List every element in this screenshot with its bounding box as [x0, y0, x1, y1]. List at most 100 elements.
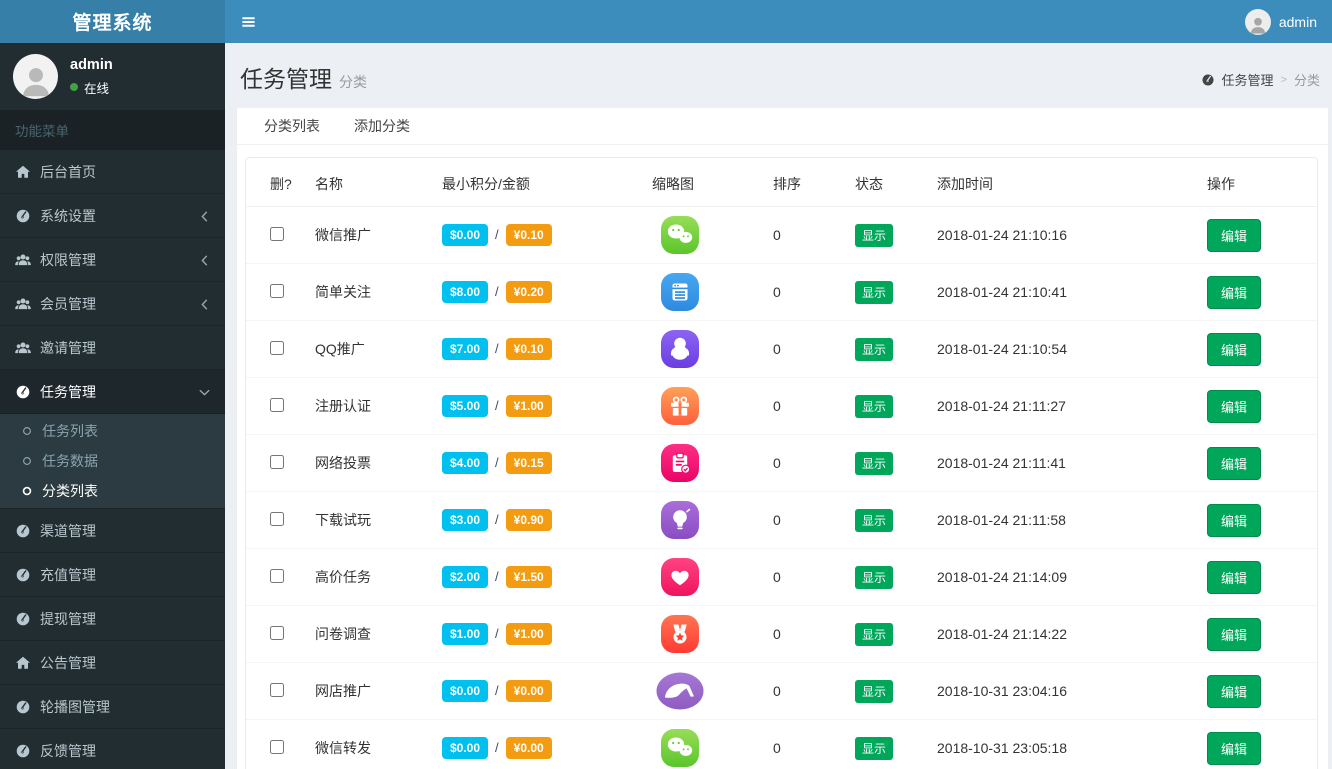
- slash-separator: /: [495, 569, 499, 584]
- created-time: 2018-01-24 21:11:27: [929, 377, 1199, 435]
- sort-value: 0: [765, 662, 847, 720]
- sidebar-item-recharge-mgmt[interactable]: 充值管理: [0, 553, 225, 597]
- sidebar-item-task-mgmt[interactable]: 任务管理: [0, 370, 225, 414]
- sort-value: 0: [765, 548, 847, 606]
- navbar-user-menu[interactable]: admin: [1244, 8, 1317, 35]
- category-table: 删? 名称 最小积分/金额 缩略图 排序 状态 添加时间 操作 微信推广 $0.00 / ¥0.10…: [246, 158, 1317, 769]
- edit-button[interactable]: 编辑: [1207, 446, 1262, 480]
- sidebar-username: admin: [70, 56, 113, 73]
- sidebar-item-member-mgmt[interactable]: 会员管理: [0, 282, 225, 326]
- created-time: 2018-01-24 21:14:09: [929, 548, 1199, 606]
- table-row: 注册认证 $5.00 / ¥1.00 0 显示 2018-01-24 21:11:27 编辑: [246, 377, 1317, 435]
- chevron-left-icon: [198, 298, 211, 311]
- created-time: 2018-10-31 23:05:18: [937, 740, 1067, 757]
- edit-button[interactable]: 编辑: [1207, 560, 1262, 594]
- edit-button[interactable]: 编辑: [1207, 218, 1262, 252]
- created-time: 2018-01-24 21:10:54: [929, 320, 1199, 378]
- column-header: 操作: [1199, 158, 1317, 207]
- edit-button[interactable]: 编辑: [1207, 503, 1262, 537]
- created-time: 2018-01-24 21:10:16: [929, 206, 1199, 264]
- edit-button[interactable]: 编辑: [1207, 617, 1262, 651]
- row-checkbox[interactable]: [270, 340, 284, 355]
- slash-separator: /: [495, 626, 499, 641]
- column-header: 缩略图: [644, 158, 765, 207]
- tab-add-category[interactable]: 添加分类: [337, 108, 427, 144]
- status-badge: 显示: [855, 622, 894, 646]
- users-icon: [15, 340, 31, 356]
- min-points-badge: $7.00: [442, 338, 489, 360]
- sort-value: 0: [773, 740, 781, 757]
- sidebar-item-permission-mgmt[interactable]: 权限管理: [0, 238, 225, 282]
- sidebar-subitem-task-list[interactable]: 任务列表: [0, 416, 225, 446]
- row-checkbox[interactable]: [270, 568, 284, 583]
- row-checkbox[interactable]: [270, 739, 284, 754]
- sidebar-subitem-task-data[interactable]: 任务数据: [0, 446, 225, 476]
- table-row: QQ推广 $7.00 / ¥0.10 0 显示 2018-01-24 21:10:54 编辑: [246, 320, 1317, 378]
- row-checkbox[interactable]: [270, 397, 284, 412]
- content-panel: 分类列表 添加分类 删? 名称 最小积分/金额 缩略图 排序 状态 添加时间 操作 微信推广 $0…: [237, 108, 1328, 769]
- page-title: 任务管理 分类: [240, 66, 367, 92]
- sort-value: 0: [765, 491, 847, 549]
- sidebar-item-channel-mgmt[interactable]: 渠道管理: [0, 509, 225, 553]
- row-checkbox[interactable]: [270, 226, 284, 241]
- edit-button[interactable]: 编辑: [1207, 731, 1262, 765]
- slash-separator: /: [495, 341, 499, 356]
- gauge-icon: [15, 384, 31, 400]
- sidebar-item-system-settings[interactable]: 系统设置: [0, 194, 225, 238]
- row-checkbox[interactable]: [270, 625, 284, 640]
- breadcrumb-task-mgmt[interactable]: 任务管理: [1222, 70, 1274, 89]
- navbar-avatar: [1244, 8, 1271, 35]
- sidebar-subitem-label: 任务列表: [42, 423, 98, 439]
- sidebar-item-label: 反馈管理: [40, 743, 96, 759]
- row-checkbox[interactable]: [270, 682, 284, 697]
- row-checkbox[interactable]: [270, 511, 284, 526]
- min-points-badge: $0.00: [442, 224, 489, 246]
- edit-button[interactable]: 编辑: [1207, 275, 1262, 309]
- sidebar-user-panel: admin 在线: [0, 43, 225, 110]
- slash-separator: /: [495, 284, 499, 299]
- sidebar-subitem-category-list[interactable]: 分类列表: [0, 476, 225, 506]
- edit-button[interactable]: 编辑: [1207, 389, 1262, 423]
- table-row: 下载试玩 $3.00 / ¥0.90 0 显示 2018-01-24 21:11:58 编辑: [246, 491, 1317, 549]
- edit-button[interactable]: 编辑: [1207, 332, 1262, 366]
- created-time: 2018-01-24 21:14:22: [929, 605, 1199, 663]
- row-checkbox[interactable]: [270, 454, 284, 469]
- gauge-icon: [15, 208, 31, 224]
- sort-value: 0: [765, 320, 847, 378]
- bars-icon: [241, 15, 256, 29]
- sidebar-submenu: 任务列表任务数据 分类列表: [0, 414, 225, 509]
- gauge-icon: [15, 699, 31, 715]
- created-time: 2018-01-24 21:11:58: [929, 491, 1199, 549]
- qq-thumbnail-icon: [660, 329, 700, 369]
- sidebar-item-withdraw-mgmt[interactable]: 提现管理: [0, 597, 225, 641]
- app-logo[interactable]: 管理系统: [0, 0, 225, 43]
- sort-value: 0: [765, 206, 847, 264]
- clipboard-thumbnail-icon: [660, 443, 700, 483]
- breadcrumb-separator: >: [1280, 73, 1287, 86]
- status-badge: 显示: [855, 280, 894, 304]
- wechat-thumbnail-icon: [660, 728, 700, 768]
- tab-category-list[interactable]: 分类列表: [247, 108, 337, 144]
- min-points-badge: $0.00: [442, 680, 489, 702]
- min-points-badge: $5.00: [442, 395, 489, 417]
- sidebar-item-invite-mgmt[interactable]: 邀请管理: [0, 326, 225, 370]
- navbar-username: admin: [1278, 13, 1317, 30]
- category-name: 网络投票: [307, 434, 434, 492]
- sidebar-toggle-button[interactable]: [239, 11, 258, 33]
- breadcrumb: 任务管理 > 分类: [1201, 70, 1320, 89]
- sidebar-item-dashboard-home[interactable]: 后台首页: [0, 150, 225, 194]
- created-time: 2018-01-24 21:10:41: [929, 263, 1199, 321]
- row-checkbox[interactable]: [270, 283, 284, 298]
- content-area: 任务管理 分类 任务管理 > 分类 分类列表 添加分类 删? 名称 最小积分/金额 缩略图…: [225, 43, 1332, 769]
- sidebar-item-announcement-mgmt[interactable]: 公告管理: [0, 641, 225, 685]
- column-header: 名称: [307, 158, 434, 207]
- table-row: 微信转发 $0.00 / ¥0.00 0 显示 2018-10-31 23:05:18 编辑: [246, 720, 1317, 769]
- sidebar-item-carousel-mgmt[interactable]: 轮播图管理: [0, 685, 225, 729]
- sidebar-item-feedback-mgmt[interactable]: 反馈管理: [0, 729, 225, 769]
- doc-thumbnail-icon: [660, 272, 700, 312]
- edit-button[interactable]: 编辑: [1207, 674, 1262, 708]
- table-row: 高价任务 $2.00 / ¥1.50 0 显示 2018-01-24 21:14:09 编辑: [246, 548, 1317, 606]
- chevron-left-icon: [198, 210, 211, 223]
- tab-bar: 分类列表 添加分类: [237, 108, 1328, 145]
- min-amount-badge: ¥0.10: [505, 224, 552, 246]
